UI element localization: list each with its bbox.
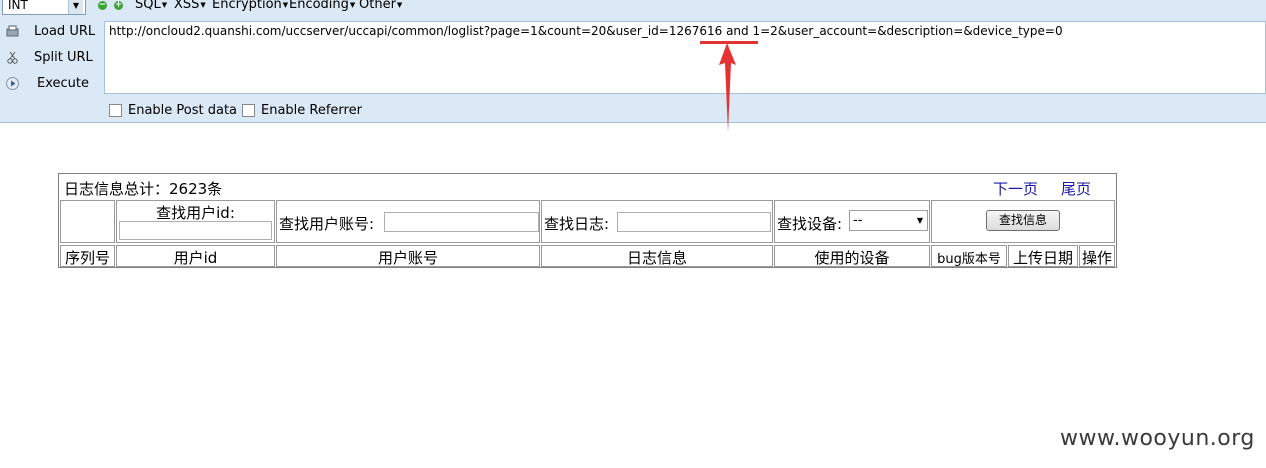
load-url-icon: [6, 25, 19, 37]
device-select-value: --: [853, 213, 863, 228]
column-header-label: bug版本号: [937, 252, 1001, 267]
annotation-arrow-icon: [719, 43, 736, 132]
search-user-id-cell: 查找用户id:: [116, 200, 275, 243]
load-url-button[interactable]: Load URL: [0, 21, 100, 43]
search-account-cell: 查找用户账号:: [276, 200, 540, 243]
menu-other[interactable]: Other▼: [359, 0, 402, 12]
log-table: 日志信息总计：2623条 下一页 尾页 查找用户id: 查找用户账号: 查找日志…: [58, 173, 1117, 268]
search-log-label: 查找日志:: [544, 215, 610, 233]
device-select[interactable]: -- ▼: [849, 210, 928, 231]
enable-post-label: Enable Post data: [128, 103, 238, 118]
minus-icon[interactable]: −: [98, 1, 107, 10]
split-url-button[interactable]: Split URL: [0, 47, 100, 69]
column-header-label: 上传日期: [1012, 249, 1073, 267]
menu-encoding[interactable]: Encoding▼: [289, 0, 355, 12]
column-header: 使用的设备: [774, 245, 930, 267]
search-user-id-input[interactable]: [119, 221, 272, 240]
hackbar-toolbar: INT ▼ − + SQL▼ XSS▼ Encryption▼ Encoding…: [0, 0, 1266, 123]
column-header-label: 操作: [1081, 249, 1112, 267]
log-table-header-row: 日志信息总计：2623条 下一页 尾页: [59, 174, 1116, 199]
column-header: 上传日期: [1008, 245, 1078, 267]
execute-button[interactable]: Execute: [0, 73, 100, 95]
load-url-label: Load URL: [34, 24, 96, 39]
column-header-label: 使用的设备: [814, 249, 890, 267]
search-info-button[interactable]: 查找信息: [986, 210, 1060, 231]
search-row-spacer: [60, 200, 115, 243]
column-header: 操作: [1079, 245, 1115, 267]
chevron-down-icon: ▼: [916, 216, 923, 225]
hackbar-menubar: INT ▼ − + SQL▼ XSS▼ Encryption▼ Encoding…: [0, 0, 1266, 18]
chevron-down-icon: ▼: [349, 0, 356, 9]
search-log-cell: 查找日志:: [541, 200, 773, 243]
menu-encryption-label: Encryption: [212, 0, 282, 12]
menu-sql-label: SQL: [135, 0, 161, 12]
search-button-cell: 查找信息: [931, 200, 1115, 243]
column-header: 用户id: [116, 245, 275, 267]
last-page-link[interactable]: 尾页: [1061, 178, 1091, 199]
log-total-title: 日志信息总计：2623条: [64, 180, 223, 198]
url-textarea[interactable]: http://oncloud2.quanshi.com/uccserver/uc…: [104, 21, 1266, 94]
play-icon: [6, 77, 19, 90]
enable-referrer-label: Enable Referrer: [261, 103, 362, 118]
column-header: 序列号: [60, 245, 115, 267]
column-header: bug版本号: [931, 245, 1007, 267]
menu-encoding-label: Encoding: [289, 0, 349, 12]
chevron-down-icon: ▼: [396, 0, 403, 9]
split-url-label: Split URL: [34, 50, 93, 65]
column-header-label: 序列号: [64, 249, 110, 267]
watermark: www.wooyun.org: [1060, 426, 1255, 451]
checkbox-box[interactable]: [109, 104, 122, 117]
scissors-icon: [7, 51, 18, 64]
menu-xss[interactable]: XSS▼: [174, 0, 206, 12]
search-device-cell: 查找设备: -- ▼: [774, 200, 930, 243]
search-user-id-label: 查找用户id:: [156, 204, 235, 222]
url-text: http://oncloud2.quanshi.com/uccserver/uc…: [109, 24, 1063, 38]
chevron-down-icon: ▼: [200, 0, 206, 9]
column-header-label: 日志信息: [626, 249, 687, 267]
chevron-down-icon: ▼: [282, 0, 289, 9]
menu-other-label: Other: [359, 0, 396, 12]
column-header: 用户账号: [276, 245, 540, 267]
plus-icon[interactable]: +: [114, 1, 123, 10]
checkbox-box[interactable]: [242, 104, 255, 117]
menu-sql[interactable]: SQL▼: [135, 0, 167, 12]
menu-xss-label: XSS: [174, 0, 200, 12]
next-page-link[interactable]: 下一页: [993, 178, 1038, 199]
search-log-input[interactable]: [617, 212, 771, 232]
encoding-select[interactable]: INT ▼: [2, 0, 86, 15]
chevron-down-icon: ▼: [68, 0, 83, 14]
search-account-label: 查找用户账号:: [279, 215, 375, 233]
column-header-label: 用户账号: [377, 249, 438, 267]
search-account-input[interactable]: [384, 212, 539, 232]
search-device-label: 查找设备:: [777, 215, 843, 233]
execute-label: Execute: [37, 76, 89, 91]
chevron-down-icon: ▼: [161, 0, 168, 9]
encoding-select-value: INT: [8, 0, 28, 12]
menu-encryption[interactable]: Encryption▼: [212, 0, 288, 12]
column-header-label: 用户id: [173, 249, 218, 267]
column-header: 日志信息: [541, 245, 773, 267]
